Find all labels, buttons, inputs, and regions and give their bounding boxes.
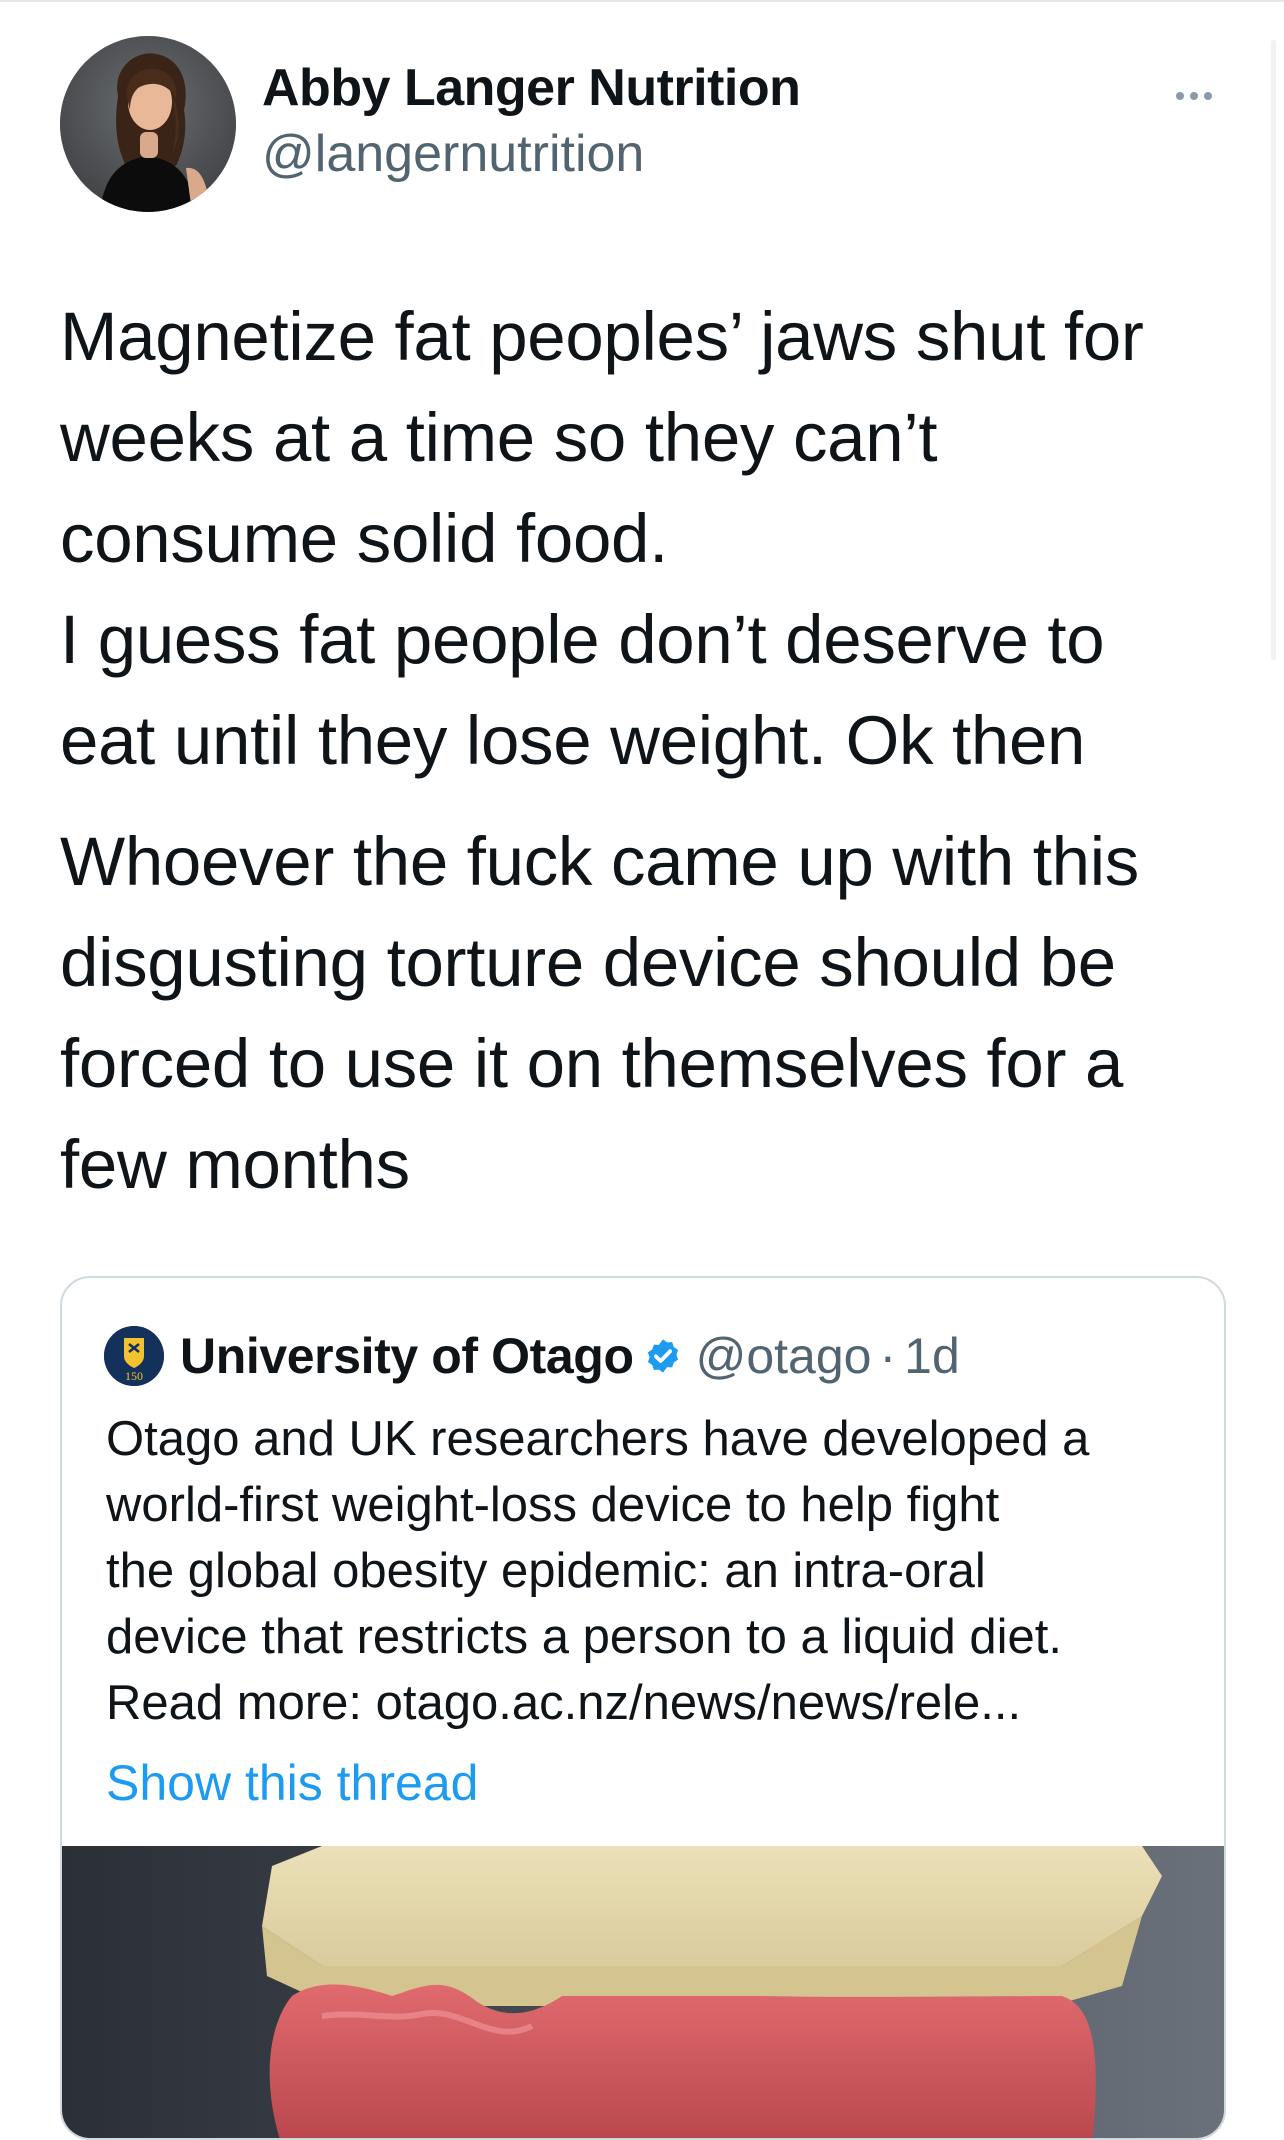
quoted-line: the global obesity epidemic: an intra-or… bbox=[106, 1544, 986, 1598]
tweet-line: Magnetize fat peoples’ jaws shut for bbox=[60, 298, 1144, 375]
author-avatar-image bbox=[60, 36, 236, 212]
tweet-line: consume solid food. bbox=[60, 500, 668, 577]
author-avatar[interactable] bbox=[60, 36, 236, 212]
more-horizontal-icon bbox=[1176, 92, 1212, 100]
quoted-line: Otago and UK researchers have developed … bbox=[106, 1412, 1090, 1466]
quoted-author-handle[interactable]: @otago bbox=[696, 1327, 872, 1385]
more-options-button[interactable] bbox=[1164, 66, 1224, 126]
tweet-line: few months bbox=[60, 1126, 410, 1203]
tweet-paragraph-1: Magnetize fat peoples’ jaws shut for wee… bbox=[60, 286, 1230, 791]
tweet-line: disgusting torture device should be bbox=[60, 924, 1116, 1001]
verified-badge-icon bbox=[644, 1337, 682, 1375]
quoted-tweet-header: 150 University of Otago @otago · 1d bbox=[104, 1324, 960, 1388]
quoted-tweet-text: Otago and UK researchers have developed … bbox=[106, 1406, 1196, 1736]
intra-oral-device-photo bbox=[262, 1846, 1162, 2138]
separator-dot: · bbox=[879, 1328, 897, 1384]
tweet-line: eat until they lose weight. Ok then bbox=[60, 702, 1086, 779]
show-thread-link[interactable]: Show this thread bbox=[106, 1754, 478, 1812]
tweet-line: forced to use it on themselves for a bbox=[60, 1025, 1124, 1102]
quoted-line: device that restricts a person to a liqu… bbox=[106, 1610, 1063, 1664]
quoted-tweet-card[interactable]: 150 University of Otago @otago · 1d Otag… bbox=[60, 1276, 1226, 2140]
author-name[interactable]: Abby Langer Nutrition bbox=[262, 58, 801, 118]
tweet-line: weeks at a time so they can’t bbox=[60, 399, 938, 476]
tweet-line: I guess fat people don’t deserve to bbox=[60, 601, 1105, 678]
university-crest-icon: 150 bbox=[104, 1326, 164, 1386]
tweet-text: Magnetize fat peoples’ jaws shut for wee… bbox=[60, 286, 1230, 1215]
quoted-tweet-image[interactable] bbox=[62, 1846, 1224, 2138]
quoted-author-avatar[interactable]: 150 bbox=[104, 1326, 164, 1386]
tweet-line: Whoever the fuck came up with this bbox=[60, 823, 1139, 900]
quoted-line: world-first weight-loss device to help f… bbox=[106, 1478, 1000, 1532]
quoted-line-link[interactable]: Read more: otago.ac.nz/news/news/rele... bbox=[106, 1676, 1021, 1730]
quoted-author-name[interactable]: University of Otago bbox=[180, 1327, 634, 1385]
tweet: Abby Langer Nutrition @langernutrition M… bbox=[0, 0, 1284, 2140]
quoted-tweet-timestamp[interactable]: 1d bbox=[904, 1327, 960, 1385]
tweet-paragraph-2: Whoever the fuck came up with this disgu… bbox=[60, 811, 1230, 1215]
author-handle[interactable]: @langernutrition bbox=[262, 124, 644, 184]
crest-number: 150 bbox=[125, 1369, 143, 1383]
